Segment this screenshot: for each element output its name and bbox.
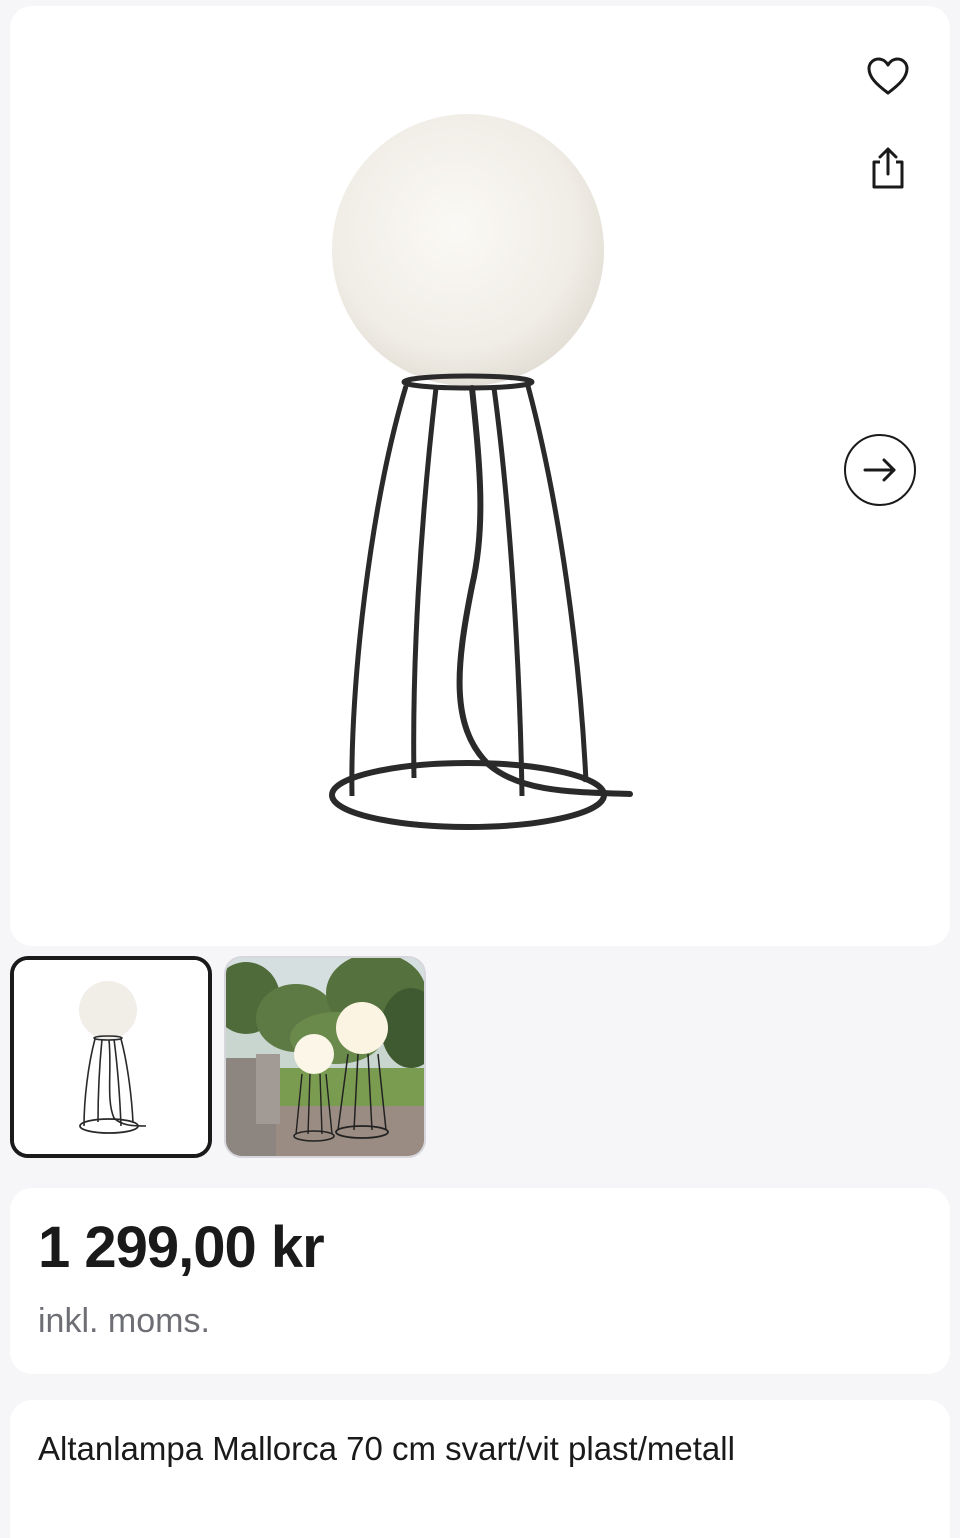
title-card: Altanlampa Mallorca 70 cm svart/vit plas… [10,1400,950,1538]
product-main-image[interactable] [10,6,950,946]
arrow-right-icon [863,458,896,482]
next-image-button[interactable] [844,434,916,506]
product-title: Altanlampa Mallorca 70 cm svart/vit plas… [38,1430,735,1467]
vat-note: inkl. moms. [38,1302,210,1340]
thumbnail-1[interactable] [10,956,212,1158]
product-price: 1 299,00 kr [38,1215,325,1280]
thumbnail-2[interactable] [224,956,426,1158]
thumbnail-1-image [14,960,208,1154]
share-button[interactable] [858,138,918,198]
heart-icon [867,57,909,95]
favorite-button[interactable] [858,46,918,106]
thumbnail-strip [10,956,426,1160]
price-card: 1 299,00 kr inkl. moms. [10,1188,950,1374]
product-page: 1 299,00 kr inkl. moms. Altanlampa Mallo… [0,0,960,1538]
product-image-card [10,6,950,946]
share-icon [872,147,904,189]
thumbnail-2-image [226,958,424,1156]
